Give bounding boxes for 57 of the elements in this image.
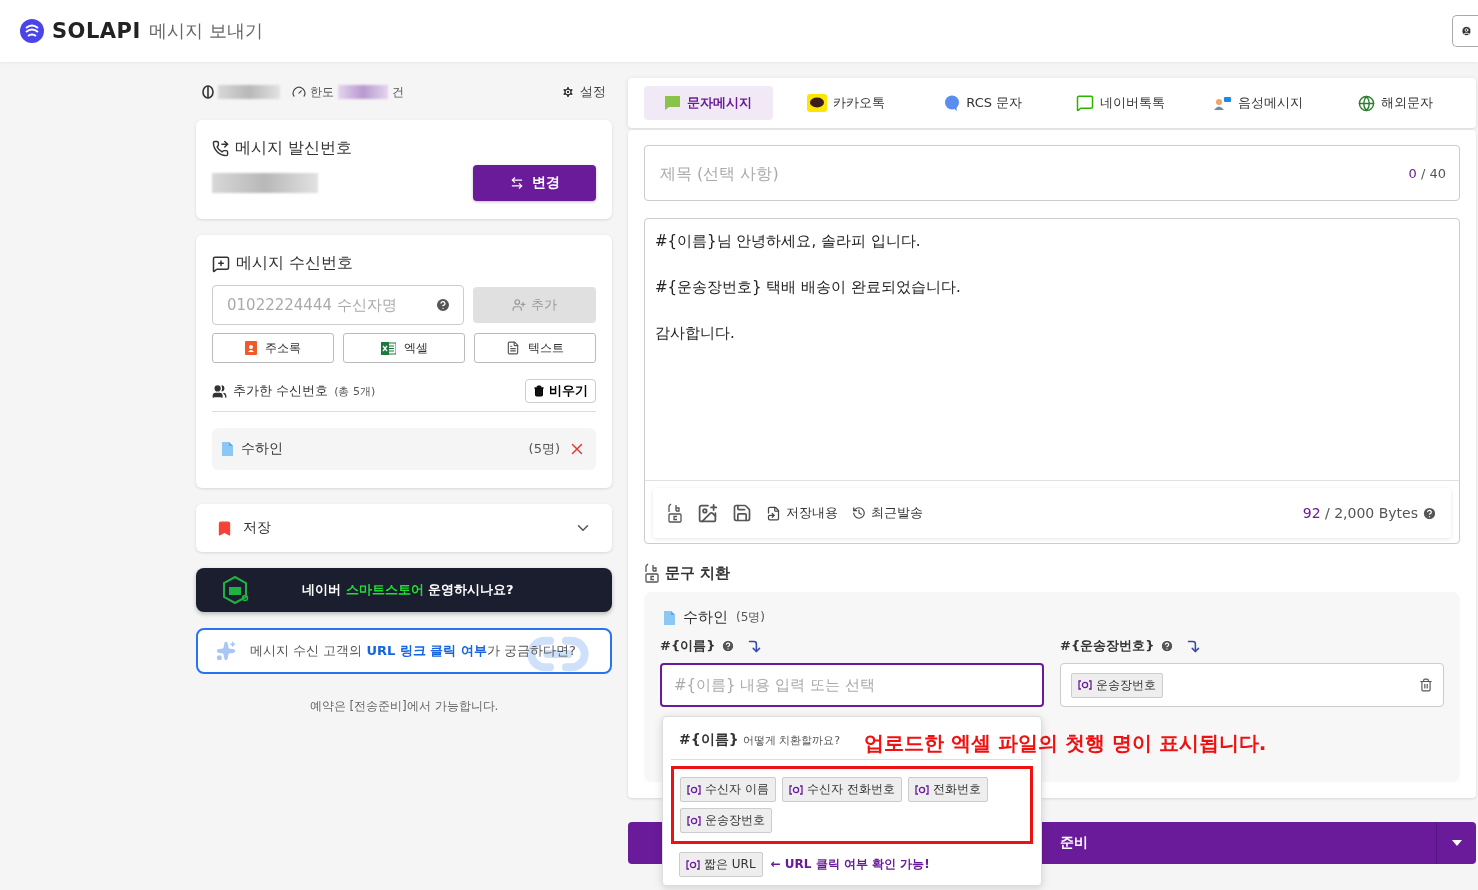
section-title: 문구 치환 xyxy=(665,563,731,583)
variable-field[interactable]: #{이름} 내용 입력 또는 선택 xyxy=(660,663,1044,707)
variable-chip[interactable]: 운송장번호 xyxy=(680,808,772,833)
page-title: 메시지 보내기 xyxy=(148,19,263,43)
group-count: (5명) xyxy=(736,609,765,626)
group-name: 수하인 xyxy=(241,440,283,458)
source-button[interactable]: 엑셀 xyxy=(343,333,465,363)
popup-question: 어떻게 치환할까요? xyxy=(742,733,840,748)
recipient-input-text[interactable]: 01022224444 수신자명 xyxy=(225,295,429,315)
annotation-text: 업로드한 엑셀 파일의 첫행 명이 표시됩니다. xyxy=(864,730,1267,757)
banner-text: 메시지 수신 고객의 URL 링크 클릭 여부가 궁금하다면? xyxy=(250,642,576,660)
toolbar-button[interactable]: 저장내용 xyxy=(766,504,838,522)
message-type-tab[interactable]: 해외문자 xyxy=(1331,86,1460,120)
message-type-tab[interactable]: 네이버톡톡 xyxy=(1056,86,1185,120)
source-button[interactable]: 텍스트 xyxy=(474,333,596,363)
variable-input[interactable]: #{이름} 내용 입력 또는 선택 xyxy=(672,675,1032,695)
brand-name: SOLAPI xyxy=(52,19,141,43)
subject-field[interactable]: 제목 (선택 사항) 0 / 40 xyxy=(644,145,1460,201)
message-type-tab[interactable]: 문자메시지 xyxy=(644,86,773,120)
promo-banner[interactable]: 네이버 스마트스토어 운영하시나요? xyxy=(196,568,612,612)
message-type-tab[interactable]: 카카오톡 xyxy=(781,86,910,120)
message-type-tab[interactable]: RCS 문자 xyxy=(919,86,1048,120)
reservation-note: 예약은 [전송준비]에서 가능합니다. xyxy=(308,698,500,715)
card-title: 메시지 발신번호 xyxy=(235,138,353,159)
message-field[interactable]: #{이름}님 안녕하세요, 솔라피 입니다. #{운송장번호} 택배 배송이 완료되었습니다. 감사합니다. xyxy=(645,219,1459,481)
saved-panel[interactable]: 저장 xyxy=(196,504,612,552)
group-count: (5명) xyxy=(528,440,560,458)
limit-label: 한도 xyxy=(310,83,334,101)
clear-button[interactable]: 비우기 xyxy=(525,379,596,403)
promo-banner[interactable]: 메시지 수신 고객의 URL 링크 클릭 여부가 궁금하다면? xyxy=(196,628,612,674)
card-title: 메시지 수신번호 xyxy=(236,253,354,274)
settings-link[interactable]: 설정 xyxy=(561,83,606,101)
variable-chip[interactable]: 운송장번호 xyxy=(1071,672,1163,698)
panel-title: 저장 xyxy=(243,519,271,537)
added-label: 추가한 수신번호 xyxy=(233,382,329,400)
variable-chip[interactable]: 전화번호 xyxy=(907,777,988,802)
added-total: (총 5개) xyxy=(334,383,376,399)
variable-field[interactable]: 운송장번호 xyxy=(1060,663,1444,707)
popup-title: #{이름} xyxy=(679,731,739,749)
recipient-group[interactable]: 수하인 (5명) xyxy=(212,428,596,470)
change-button[interactable]: 변경 xyxy=(473,165,596,201)
group-name: 수하인 xyxy=(683,608,728,627)
toolbar-button[interactable]: 최근발송 xyxy=(852,504,923,522)
message-editor[interactable]: #{이름}님 안녕하세요, 솔라피 입니다. #{운송장번호} 택배 배송이 완료되었습니다. 감사합니다. 저장내용 최근발송 92 / 2,000 Bytes xyxy=(644,218,1460,544)
variable-name: #{운송장번호} xyxy=(1060,637,1155,655)
banner-text: 네이버 스마트스토어 운영하시나요? xyxy=(302,581,514,599)
variable-chip[interactable]: 수신자 전화번호 xyxy=(781,777,902,802)
limit-unit: 건 xyxy=(392,83,404,101)
source-button[interactable]: 주소록 xyxy=(212,333,334,363)
subject-counter: 0 / 40 xyxy=(1408,165,1446,181)
variable-chip[interactable]: 짧은 URL xyxy=(679,852,763,877)
variable-chip[interactable]: 수신자 이름 xyxy=(680,777,776,802)
subject-input[interactable]: 제목 (선택 사항) xyxy=(658,162,1409,184)
message-type-tab[interactable]: 음성메시지 xyxy=(1194,86,1323,120)
recipient-input[interactable]: 01022224444 수신자명 xyxy=(212,285,464,325)
byte-counter: 92 / 2,000 Bytes xyxy=(1302,505,1418,521)
variable-name: #{이름} xyxy=(660,637,716,655)
